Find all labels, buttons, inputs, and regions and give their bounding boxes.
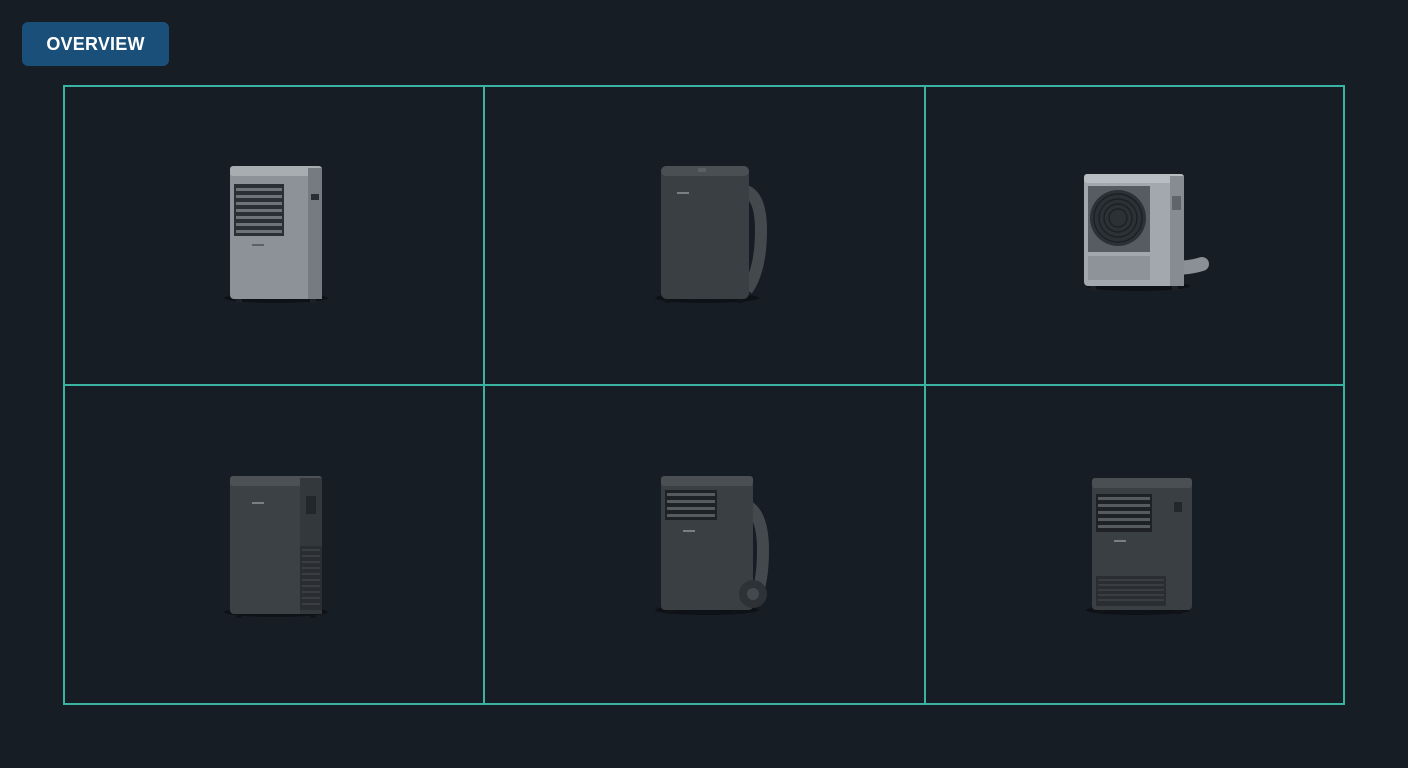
- portable-ac-dark-wheel-hose-image: [654, 475, 769, 615]
- portable-ac-dark-side-grille-image: [224, 475, 328, 618]
- product-cell-6[interactable]: [926, 386, 1345, 705]
- portable-ac-light-fan-grille-image: [1083, 173, 1209, 291]
- portable-ac-light-front-vents-image: [224, 165, 328, 303]
- product-cell-4[interactable]: [65, 386, 483, 705]
- portable-ac-dark-front-bottom-vents-image: [1085, 477, 1192, 615]
- product-cell-2[interactable]: [485, 87, 924, 384]
- product-cell-3[interactable]: [926, 87, 1345, 384]
- product-cell-5[interactable]: [485, 386, 924, 705]
- product-cell-1[interactable]: [65, 87, 483, 384]
- overview-badge[interactable]: OVERVIEW: [22, 22, 169, 66]
- product-grid: [63, 85, 1345, 705]
- portable-ac-dark-hose-image: [654, 165, 767, 303]
